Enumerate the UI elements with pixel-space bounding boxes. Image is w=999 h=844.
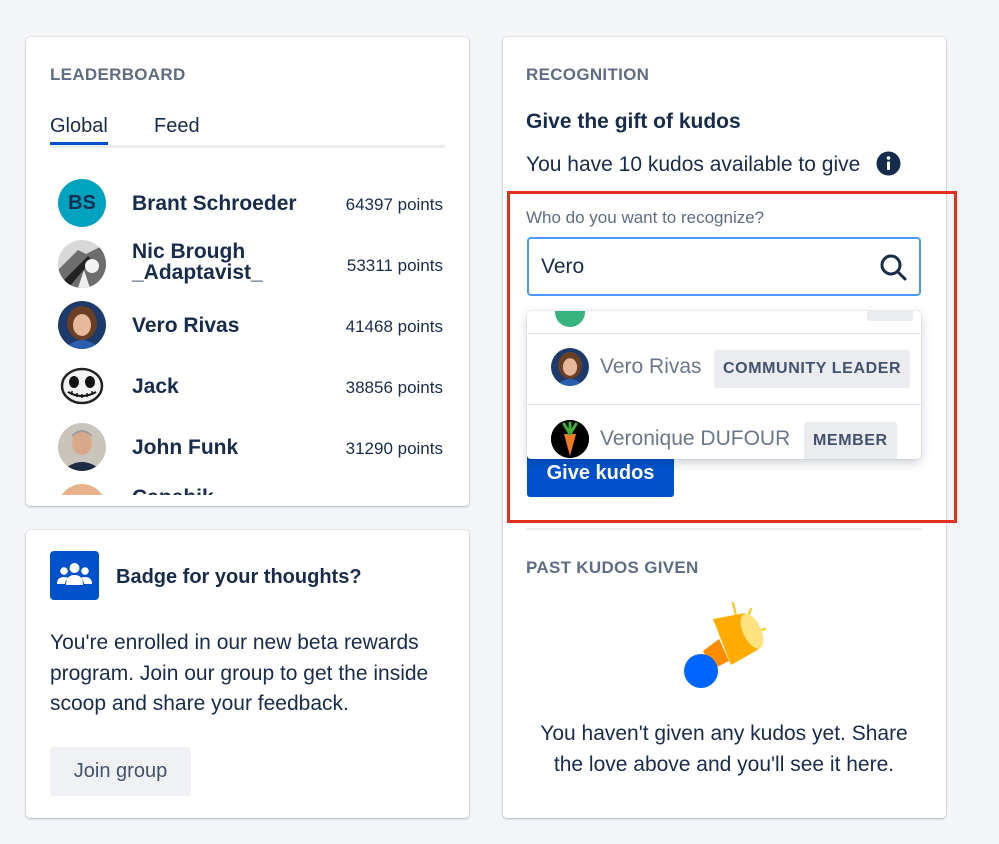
leaderboard-row[interactable]: Jack 38856 points <box>26 360 469 420</box>
user-points: 31290 points <box>345 439 443 458</box>
user-points: 38856 points <box>345 378 443 397</box>
past-kudos-empty-message: You haven't given any kudos yet. Share t… <box>540 722 908 776</box>
user-points: 64397 points <box>345 195 443 214</box>
avatar <box>58 301 106 349</box>
leaderboard-list[interactable]: BS Brant Schroeder 64397 points Nic Brou… <box>26 177 469 495</box>
kudos-available-text: You have 10 kudos available to give <box>526 153 861 176</box>
section-divider <box>526 528 922 530</box>
avatar <box>58 362 106 410</box>
user-name[interactable]: Capebik <box>132 487 214 495</box>
leaderboard-row[interactable]: Nic Brough _Adaptavist_ 53311 points <box>26 238 469 298</box>
recognition-title: RECOGNITION <box>526 65 650 84</box>
badge-description: You're enrolled in our new beta rewards … <box>50 631 429 715</box>
leaderboard-tabs: Global Feed <box>50 115 445 148</box>
avatar <box>58 240 106 288</box>
megaphone-icon <box>673 599 773 699</box>
badge-card: Badge for your thoughts? You're enrolled… <box>26 530 469 818</box>
info-icon[interactable] <box>876 151 901 176</box>
badge-title: Badge for your thoughts? <box>116 566 362 588</box>
user-name[interactable]: Nic Brough <box>132 241 245 262</box>
avatar <box>58 423 106 471</box>
leaderboard-row[interactable]: Capebik <box>26 482 469 495</box>
leaderboard-row[interactable]: BS Brant Schroeder 64397 points <box>26 177 469 237</box>
user-name[interactable]: John Funk <box>132 437 238 458</box>
leaderboard-row[interactable]: John Funk 31290 points <box>26 421 469 481</box>
avatar: BS <box>58 179 106 227</box>
group-icon <box>50 551 99 600</box>
avatar <box>58 484 106 495</box>
tab-feed[interactable]: Feed <box>154 115 200 142</box>
past-kudos-title: PAST KUDOS GIVEN <box>526 558 699 577</box>
user-name[interactable]: Brant Schroeder <box>132 193 297 214</box>
highlight-annotation <box>507 191 957 523</box>
tab-global[interactable]: Global <box>50 115 108 145</box>
recognition-heading: Give the gift of kudos <box>526 110 741 133</box>
user-name-secondary[interactable]: _Adaptavist_ <box>132 262 263 283</box>
user-name[interactable]: Vero Rivas <box>132 315 239 336</box>
user-points: 53311 points <box>346 256 443 275</box>
join-group-button[interactable]: Join group <box>50 747 191 796</box>
user-points: 41468 points <box>345 317 443 336</box>
leaderboard-title: LEADERBOARD <box>50 65 186 84</box>
leaderboard-row[interactable]: Vero Rivas 41468 points <box>26 299 469 359</box>
user-name[interactable]: Jack <box>132 376 179 397</box>
leaderboard-card: LEADERBOARD Global Feed BS Brant Schroed… <box>26 37 469 506</box>
